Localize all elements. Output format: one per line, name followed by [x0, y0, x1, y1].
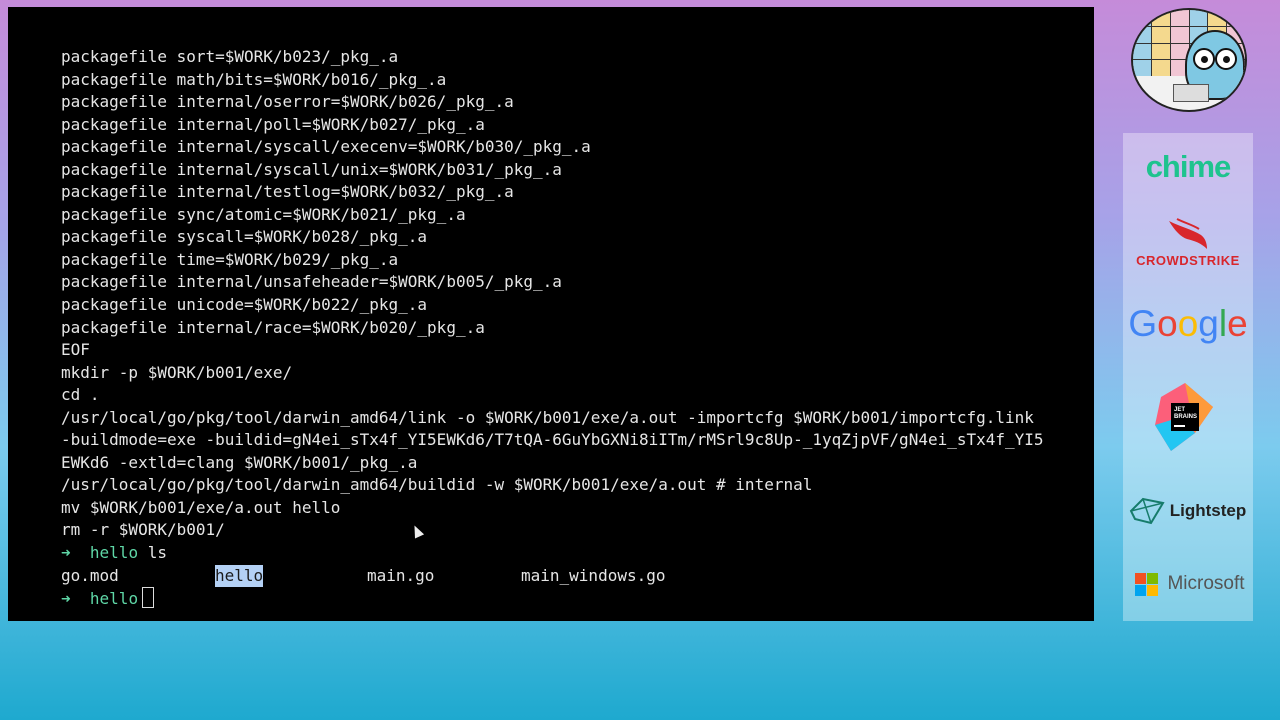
terminal-output: packagefile sort=$WORK/b023/_pkg_.a pack… [61, 46, 1044, 610]
typed-command: ls [147, 543, 167, 563]
laptop-icon [1173, 84, 1209, 102]
terminal-line: packagefile syscall=$WORK/b028/_pkg_.a [61, 227, 428, 247]
terminal-line: EWKd6 -extld=clang $WORK/b001/_pkg_.a [61, 452, 418, 472]
terminal-line: packagefile internal/race=$WORK/b020/_pk… [61, 317, 485, 337]
jetbrains-logo: JET BRAINS [1155, 383, 1213, 451]
terminal-line: mv $WORK/b001/exe/a.out hello [61, 497, 341, 517]
terminal-line: -buildmode=exe -buildid=gN4ei_sTx4f_YI5E… [61, 430, 1044, 450]
chime-logo: chime [1145, 149, 1232, 184]
sponsor-panel: chime CROWDSTRIKE Google JET BRAINS Ligh… [1123, 133, 1253, 621]
ls-output-row: go.mod hello main.go main_windows.go [61, 564, 1044, 588]
terminal-line: packagefile internal/syscall/execenv=$WO… [61, 137, 591, 157]
terminal-line: packagefile sync/atomic=$WORK/b021/_pkg_… [61, 204, 466, 224]
terminal-line: packagefile internal/testlog=$WORK/b032/… [61, 182, 514, 202]
terminal-line: cd . [61, 385, 100, 405]
ls-entry-go-mod[interactable]: go.mod [61, 565, 119, 588]
ls-entry-main-go[interactable]: main.go [367, 565, 434, 588]
speaker-video-avatar [1131, 8, 1247, 112]
prompt-directory: hello [89, 543, 139, 563]
prompt-directory: hello [89, 589, 139, 609]
terminal-line: /usr/local/go/pkg/tool/darwin_amd64/buil… [61, 475, 813, 495]
terminal-line: packagefile internal/syscall/unix=$WORK/… [61, 159, 562, 179]
prompt-arrow-icon: ➜ [61, 589, 71, 609]
svg-text:JET: JET [1174, 407, 1185, 413]
terminal-line: packagefile internal/unsafeheader=$WORK/… [61, 272, 562, 292]
crowdstrike-falcon-icon [1169, 218, 1207, 249]
terminal-line: EOF [61, 340, 90, 360]
terminal-line: /usr/local/go/pkg/tool/darwin_amd64/link… [61, 407, 1034, 427]
text-cursor [142, 587, 155, 609]
terminal-line: packagefile sort=$WORK/b023/_pkg_.a [61, 47, 399, 66]
prompt-line-ls: ➜ hello ls [61, 542, 1044, 565]
lightstep-logo: Lightstep [1169, 501, 1247, 520]
google-logo: Google [1128, 303, 1248, 344]
current-prompt-line[interactable]: ➜ hello [61, 587, 1044, 610]
terminal-line: packagefile internal/poll=$WORK/b027/_pk… [61, 114, 485, 134]
terminal-line: packagefile unicode=$WORK/b022/_pkg_.a [61, 295, 428, 315]
terminal-window[interactable]: packagefile sort=$WORK/b023/_pkg_.a pack… [8, 7, 1094, 621]
ls-entry-main-windows-go[interactable]: main_windows.go [521, 565, 666, 588]
svg-text:BRAINS: BRAINS [1174, 414, 1197, 420]
terminal-line: packagefile internal/oserror=$WORK/b026/… [61, 92, 514, 112]
ls-entry-hello-selected[interactable]: hello [215, 564, 264, 588]
terminal-line: packagefile math/bits=$WORK/b016/_pkg_.a [61, 69, 447, 89]
crowdstrike-logo: CROWDSTRIKE [1136, 253, 1240, 268]
terminal-line: mkdir -p $WORK/b001/exe/ [61, 362, 293, 382]
terminal-line: packagefile time=$WORK/b029/_pkg_.a [61, 249, 399, 269]
microsoft-logo: Microsoft [1167, 573, 1245, 594]
prompt-arrow-icon: ➜ [61, 543, 71, 563]
terminal-line: rm -r $WORK/b001/ [61, 520, 225, 540]
